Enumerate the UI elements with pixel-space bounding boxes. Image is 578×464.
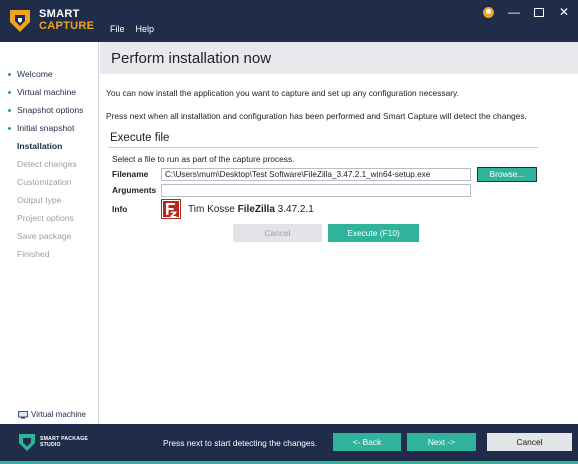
info-label: Info	[112, 204, 128, 214]
sidebar-step-label: Detect changes	[17, 159, 77, 169]
app-logo: SMART CAPTURE	[6, 6, 94, 34]
sidebar-step-virtual-machine[interactable]: Virtual machine	[0, 83, 98, 101]
next-button[interactable]: Next ->	[407, 433, 476, 451]
sidebar-step-label: Output type	[17, 195, 62, 205]
virtual-machine-icon	[18, 410, 28, 418]
main-panel: Perform installation now You can now ins…	[100, 42, 578, 424]
wizard-steps-sidebar: Welcome Virtual machine Snapshot options In…	[0, 42, 99, 424]
file-info-version: 3.47.2.1	[277, 203, 314, 215]
smart-package-studio-logo: SMART PACKAGE STUDIO	[18, 432, 88, 452]
section-divider	[108, 147, 538, 148]
smart-package-studio-icon	[19, 434, 35, 451]
virtual-machine-label: Virtual machine	[31, 410, 86, 419]
smart-capture-logo-icon	[10, 10, 30, 32]
logo-text-line1: SMART	[39, 8, 80, 20]
execute-file-hint: Select a file to run as part of the capt…	[112, 154, 295, 164]
page-header: Perform installation now	[100, 42, 578, 74]
virtual-machine-status[interactable]: Virtual machine	[18, 410, 86, 419]
sidebar-step-initial-snapshot[interactable]: Initial snapshot	[0, 119, 98, 137]
file-info-vendor: Tim Kosse	[188, 203, 235, 215]
wizard-steps-list: Welcome Virtual machine Snapshot options In…	[0, 42, 98, 263]
filename-field[interactable]: C:\Users\mum\Desktop\Test Software\FileZ…	[161, 168, 471, 181]
sidebar-step-welcome[interactable]: Welcome	[0, 65, 98, 83]
brand-text-line2: STUDIO	[40, 442, 61, 448]
sidebar-step-project-options: Project options	[0, 209, 98, 227]
sidebar-step-label: Installation	[17, 141, 63, 151]
status-text: Press next to start detecting the change…	[163, 438, 318, 448]
sidebar-step-label: Snapshot options	[17, 105, 84, 115]
filename-label: Filename	[112, 169, 149, 179]
page-title: Perform installation now	[111, 49, 272, 67]
sidebar-step-detect-changes: Detect changes	[0, 155, 98, 173]
intro-text-1: You can now install the application you …	[106, 88, 459, 98]
minimize-icon[interactable]: —	[508, 6, 520, 18]
sidebar-step-label: Project options	[17, 213, 74, 223]
cancel-button[interactable]: Cancel	[487, 433, 572, 451]
menu-file[interactable]: File	[110, 24, 125, 34]
sidebar-step-label: Virtual machine	[17, 87, 77, 97]
sidebar-step-output-type: Output type	[0, 191, 98, 209]
sidebar-step-label: Welcome	[17, 69, 53, 79]
arguments-label: Arguments	[112, 185, 157, 195]
sidebar-step-customization: Customization	[0, 173, 98, 191]
menu-bar: File Help	[110, 24, 154, 34]
file-info: Tim Kosse FileZilla 3.47.2.1	[161, 199, 314, 219]
step-complete-dot-icon	[8, 126, 11, 130]
sidebar-step-label: Initial snapshot	[17, 123, 75, 133]
title-bar: SMART CAPTURE File Help — ✕	[0, 0, 578, 42]
file-info-text: Tim Kosse FileZilla 3.47.2.1	[188, 204, 314, 215]
logo-text-line2: CAPTURE	[39, 20, 95, 32]
step-complete-dot-icon	[8, 90, 11, 94]
window-controls: — ✕	[483, 6, 570, 18]
sidebar-step-save-package: Save package	[0, 227, 98, 245]
file-info-product: FileZilla	[237, 203, 275, 215]
browse-button[interactable]: Browse...	[477, 167, 537, 182]
arguments-field[interactable]	[161, 184, 471, 197]
footer-bar: SMART PACKAGE STUDIO Press next to start…	[0, 424, 578, 464]
menu-help[interactable]: Help	[136, 24, 155, 34]
sidebar-step-installation[interactable]: Installation	[0, 137, 98, 155]
step-complete-dot-icon	[8, 72, 11, 76]
filezilla-app-icon	[161, 199, 181, 219]
sidebar-step-snapshot-options[interactable]: Snapshot options	[0, 101, 98, 119]
execute-button[interactable]: Execute (F10)	[328, 224, 419, 242]
sidebar-step-label: Customization	[17, 177, 72, 187]
execute-file-heading: Execute file	[110, 132, 170, 144]
back-button[interactable]: <- Back	[333, 433, 401, 451]
sidebar-step-finished: Finished	[0, 245, 98, 263]
maximize-icon[interactable]	[534, 7, 544, 17]
intro-text-2: Press next when all installation and con…	[106, 111, 527, 121]
cancel-execute-button[interactable]: Cancel	[233, 224, 322, 242]
user-account-icon[interactable]	[483, 6, 494, 18]
sidebar-step-label: Finished	[17, 249, 50, 259]
close-icon[interactable]: ✕	[558, 6, 570, 18]
step-complete-dot-icon	[8, 108, 11, 112]
sidebar-step-label: Save package	[17, 231, 72, 241]
